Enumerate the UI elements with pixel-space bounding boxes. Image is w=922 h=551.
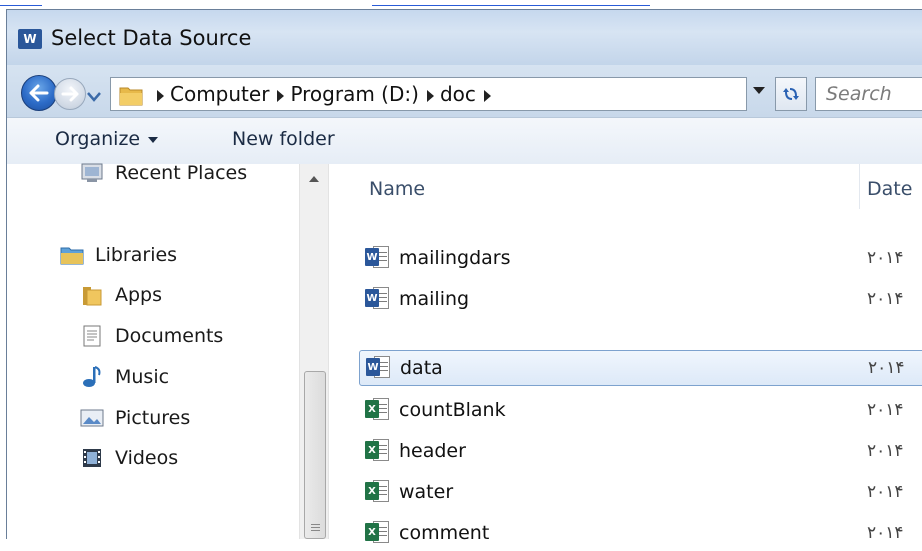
excel-workbook-icon: X	[365, 480, 391, 504]
word-document-icon: W	[365, 287, 391, 311]
nav-label: Documents	[115, 325, 224, 347]
nav-item-pictures[interactable]: Pictures	[79, 403, 190, 433]
navigation-scrollbar[interactable]	[299, 164, 329, 539]
back-button[interactable]	[21, 75, 57, 111]
nav-label: Apps	[115, 284, 163, 306]
back-arrow-icon	[29, 84, 49, 102]
breadcrumb-separator-icon[interactable]	[157, 89, 164, 102]
nav-item-apps[interactable]: Apps	[79, 280, 162, 310]
file-name: water	[399, 481, 454, 503]
search-box[interactable]	[815, 77, 922, 111]
forward-arrow-icon	[61, 86, 79, 102]
chevron-down-icon	[87, 92, 101, 102]
excel-workbook-icon: X	[365, 398, 391, 422]
window-title: Select Data Source	[51, 26, 252, 50]
file-row-mailing[interactable]: W mailing ۲۰۱۴	[359, 281, 922, 317]
new-folder-button[interactable]: New folder	[232, 128, 335, 150]
file-name: mailingdars	[399, 247, 511, 269]
nav-item-videos[interactable]: Videos	[79, 443, 178, 473]
word-document-icon: W	[366, 356, 392, 380]
word-app-icon: W	[18, 29, 42, 49]
nav-label: Recent Places	[115, 162, 248, 184]
nav-item-documents[interactable]: Documents	[79, 321, 223, 351]
breadcrumb: Computer Program (D:) doc	[155, 82, 497, 106]
chevron-down-icon	[148, 136, 159, 143]
refresh-button[interactable]	[775, 77, 807, 111]
scroll-grip	[311, 527, 320, 528]
file-date: ۲۰۱۴	[868, 358, 905, 378]
file-row-water[interactable]: X water ۲۰۱۴	[359, 474, 922, 510]
file-date: ۲۰۱۴	[867, 400, 904, 420]
word-document-icon: W	[365, 246, 391, 270]
scroll-grip	[311, 530, 320, 531]
excel-workbook-icon: X	[365, 439, 391, 463]
file-row-comment[interactable]: X comment ۲۰۱۴	[359, 515, 922, 551]
refresh-icon	[783, 88, 799, 100]
file-name: data	[400, 357, 443, 379]
file-row-header[interactable]: X header ۲۰۱۴	[359, 433, 922, 469]
folder-icon	[119, 84, 143, 106]
column-divider[interactable]	[859, 164, 860, 209]
breadcrumb-separator-icon[interactable]	[483, 89, 491, 102]
file-row-countblank[interactable]: X countBlank ۲۰۱۴	[359, 392, 922, 428]
nav-label: Pictures	[115, 407, 191, 429]
file-name: comment	[399, 522, 490, 544]
forward-button[interactable]	[54, 78, 86, 110]
breadcrumb-computer[interactable]: Computer	[170, 82, 269, 106]
organize-menu[interactable]: Organize	[55, 128, 159, 150]
select-data-source-dialog: W Select Data Source Computer Program (D…	[6, 9, 922, 544]
column-header-name[interactable]: Name	[369, 178, 425, 200]
column-header-row: Name Date	[329, 164, 922, 209]
documents-icon	[79, 324, 105, 348]
nav-item-libraries[interactable]: Libraries	[59, 240, 177, 270]
nav-label: Videos	[115, 447, 179, 469]
dialog-body: Recent Places Libraries Apps Documents M…	[7, 162, 922, 544]
titlebar: W Select Data Source	[7, 10, 922, 65]
recent-places-icon	[79, 161, 105, 185]
file-date: ۲۰۱۴	[867, 248, 904, 268]
breadcrumb-doc[interactable]: doc	[440, 82, 476, 106]
file-date: ۲۰۱۴	[867, 523, 904, 543]
libraries-icon	[59, 243, 85, 267]
breadcrumb-separator-icon[interactable]	[277, 89, 285, 102]
column-header-date[interactable]: Date	[867, 178, 912, 200]
file-list: Name Date W mailingdars ۲۰۱۴ W mailing ۲…	[329, 164, 922, 544]
file-name: mailing	[399, 288, 470, 310]
link-underline	[372, 5, 650, 6]
scroll-grip	[311, 524, 320, 525]
file-row-mailingdars[interactable]: W mailingdars ۲۰۱۴	[359, 240, 922, 276]
file-row-data[interactable]: W data ۲۰۱۴	[359, 350, 922, 386]
videos-icon	[79, 446, 105, 470]
excel-workbook-icon: X	[365, 521, 391, 545]
breadcrumb-program-d[interactable]: Program (D:)	[290, 82, 419, 106]
link-underline-left	[0, 5, 42, 6]
scroll-up-arrow-icon[interactable]	[309, 176, 319, 182]
nav-label: Music	[115, 366, 170, 388]
recent-pages-button[interactable]	[87, 87, 101, 102]
nav-label: Libraries	[95, 244, 178, 266]
file-date: ۲۰۱۴	[867, 482, 904, 502]
file-name: header	[399, 440, 466, 462]
address-dropdown-icon[interactable]	[753, 87, 765, 94]
music-icon	[79, 365, 105, 389]
file-name: countBlank	[399, 399, 506, 421]
file-date: ۲۰۱۴	[867, 289, 904, 309]
navigation-pane: Recent Places Libraries Apps Documents M…	[7, 162, 299, 539]
address-row: Computer Program (D:) doc	[7, 65, 922, 117]
organize-label: Organize	[55, 128, 141, 150]
file-date: ۲۰۱۴	[867, 441, 904, 461]
nav-item-recent-places[interactable]: Recent Places	[79, 158, 247, 188]
pictures-icon	[79, 406, 105, 430]
breadcrumb-separator-icon[interactable]	[426, 89, 434, 102]
folder-icon	[79, 283, 105, 307]
search-input[interactable]	[824, 78, 922, 110]
address-bar[interactable]: Computer Program (D:) doc	[110, 77, 747, 111]
scrollbar-thumb[interactable]	[304, 371, 326, 539]
nav-item-music[interactable]: Music	[79, 362, 169, 392]
